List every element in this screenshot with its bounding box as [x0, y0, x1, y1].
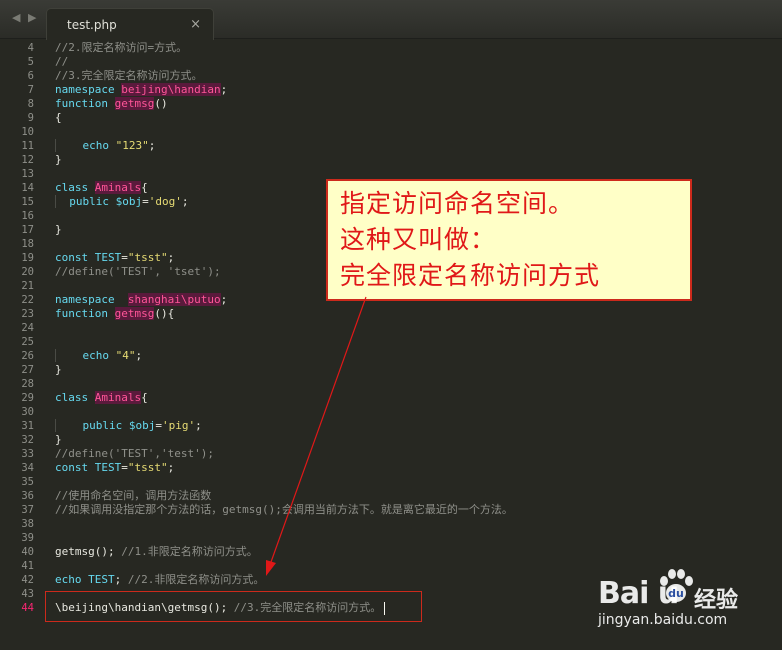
annotation-arrow — [266, 296, 367, 576]
paw-icon: du — [660, 569, 693, 602]
watermark-cn-text: 经验 — [694, 588, 739, 613]
baidu-jingyan-watermark: Bai u du 经验 jingyan.baidu.com — [598, 566, 768, 636]
svg-text:du: du — [668, 587, 684, 600]
watermark-url: jingyan.baidu.com — [598, 612, 728, 628]
